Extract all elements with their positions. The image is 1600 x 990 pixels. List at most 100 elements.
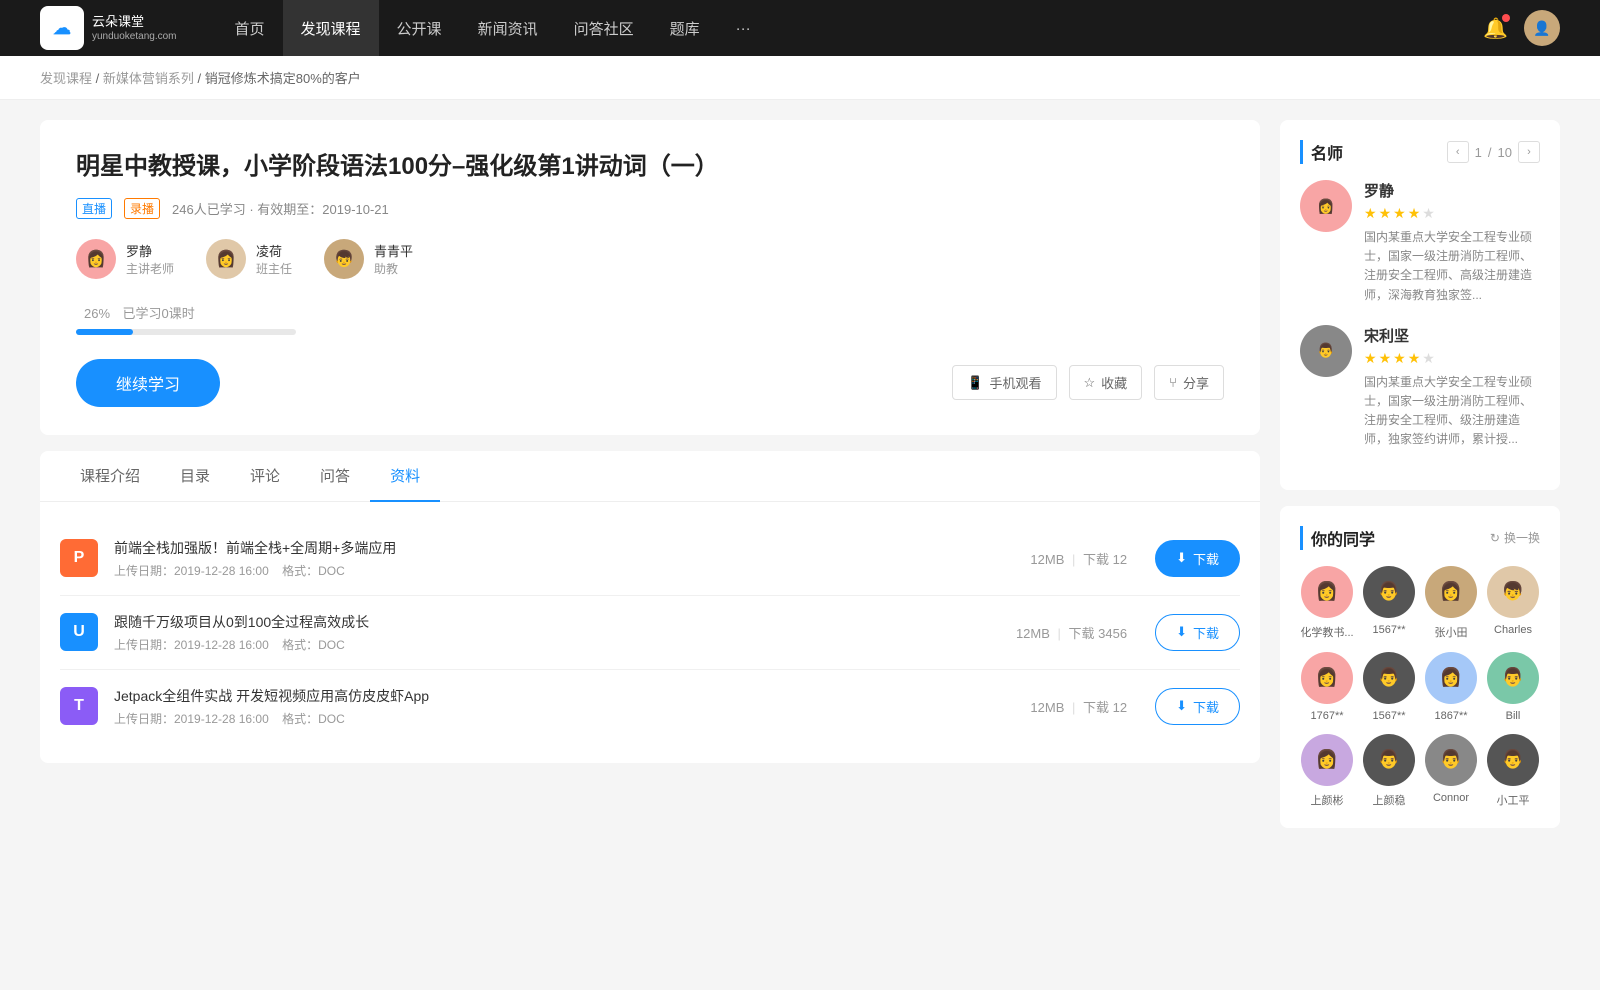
classmate-avatar[interactable]: 👨	[1487, 652, 1539, 704]
nav-items: 首页 发现课程 公开课 新闻资讯 问答社区 题库 ···	[217, 0, 1484, 56]
teachers-prev-button[interactable]: ‹	[1447, 141, 1469, 163]
classmate-avatar[interactable]: 👩	[1301, 652, 1353, 704]
classmate-name: 上颜稳	[1373, 792, 1406, 808]
resource-info-2: Jetpack全组件实战 开发短视频应用高仿皮皮虾App 上传日期：2019-1…	[114, 686, 1002, 727]
resource-size-1: 12MB | 下载 3456	[1016, 623, 1127, 642]
classmate-name: 化学教书...	[1300, 624, 1353, 640]
course-card: 明星中教授课，小学阶段语法100分–强化级第1讲动词（一） 直播 录播 246人…	[40, 120, 1260, 435]
classmate-item: 👨 上颜稳	[1362, 734, 1416, 808]
classmate-item: 👨 1567**	[1362, 566, 1416, 640]
teacher-name-1: 宋利坚	[1364, 325, 1540, 346]
instructor-name-0: 罗静	[126, 241, 174, 260]
teachers-pagination: ‹ 1 / 10 ›	[1447, 141, 1540, 163]
resource-item: T Jetpack全组件实战 开发短视频应用高仿皮皮虾App 上传日期：2019…	[60, 670, 1240, 743]
classmates-grid: 👩 化学教书... 👨 1567** 👩 张小田 👦 Charles 👩 176…	[1300, 566, 1540, 808]
nav-logo[interactable]: ☁ 云朵课堂 yunduoketang.com	[40, 6, 177, 50]
teachers-title: 名师	[1300, 140, 1343, 164]
instructor-role-2: 助教	[374, 260, 413, 277]
tab-intro[interactable]: 课程介绍	[60, 451, 160, 502]
classmate-avatar[interactable]: 👩	[1425, 566, 1477, 618]
tabs-content: P 前端全栈加强版！前端全栈+全周期+多端应用 上传日期：2019-12-28 …	[40, 502, 1260, 763]
classmate-name: Bill	[1506, 710, 1521, 722]
tabs-header: 课程介绍 目录 评论 问答 资料	[40, 451, 1260, 502]
logo-box: ☁	[40, 6, 84, 50]
tab-review[interactable]: 评论	[230, 451, 300, 502]
instructor-avatar-0: 👩	[76, 239, 116, 279]
classmate-avatar[interactable]: 👨	[1363, 734, 1415, 786]
classmate-item: 👦 Charles	[1486, 566, 1540, 640]
logo-cloud-icon: ☁	[53, 18, 71, 39]
mobile-view-button[interactable]: 📱 手机观看	[952, 365, 1056, 400]
nav-discover[interactable]: 发现课程	[283, 0, 379, 56]
course-meta: 直播 录播 246人已学习 · 有效期至：2019-10-21	[76, 198, 1224, 219]
breadcrumb-series[interactable]: 新媒体营销系列	[103, 71, 194, 86]
progress-bar-bg	[76, 329, 296, 335]
instructors: 👩 罗静 主讲老师 👩 凌荷 班主任 👦 青青平	[76, 239, 1224, 279]
nav-question-bank[interactable]: 题库	[652, 0, 718, 56]
classmate-avatar[interactable]: 👩	[1301, 566, 1353, 618]
download-button-2[interactable]: ⬇ 下载	[1155, 688, 1240, 725]
progress-section: 26% 已学习0课时	[76, 303, 1224, 335]
classmate-avatar[interactable]: 👨	[1363, 566, 1415, 618]
nav-home[interactable]: 首页	[217, 0, 283, 56]
continue-button[interactable]: 继续学习	[76, 359, 220, 407]
tab-material[interactable]: 资料	[370, 451, 440, 502]
classmate-avatar[interactable]: 👩	[1301, 734, 1353, 786]
resource-name-2: Jetpack全组件实战 开发短视频应用高仿皮皮虾App	[114, 686, 1002, 706]
nav-open[interactable]: 公开课	[379, 0, 460, 56]
resource-icon-0: P	[60, 539, 98, 577]
nav-more[interactable]: ···	[718, 0, 769, 56]
classmate-item: 👨 1567**	[1362, 652, 1416, 722]
teacher-avatar-0: 👩	[1300, 180, 1352, 232]
tag-replay: 录播	[124, 198, 160, 219]
instructor-role-1: 班主任	[256, 260, 292, 277]
classmate-avatar[interactable]: 👦	[1487, 566, 1539, 618]
download-icon: ⬇	[1176, 624, 1187, 640]
resource-meta-2: 上传日期：2019-12-28 16:00 格式：DOC	[114, 710, 1002, 727]
teachers-card: 名师 ‹ 1 / 10 › 👩 罗静 ★ ★ ★ ★	[1280, 120, 1560, 490]
download-button-0[interactable]: ⬇ 下载	[1155, 540, 1240, 577]
resource-name-0: 前端全栈加强版！前端全栈+全周期+多端应用	[114, 538, 1002, 558]
classmates-card: 你的同学 ↻ 换一换 👩 化学教书... 👨 1567** 👩 张小田 👦 Ch…	[1280, 506, 1560, 828]
logo-sub: yunduoketang.com	[92, 31, 177, 42]
left-panel: 明星中教授课，小学阶段语法100分–强化级第1讲动词（一） 直播 录播 246人…	[40, 120, 1260, 828]
tab-qa[interactable]: 问答	[300, 451, 370, 502]
classmate-name: 1567**	[1372, 710, 1405, 722]
resource-icon-2: T	[60, 687, 98, 725]
resource-meta-1: 上传日期：2019-12-28 16:00 格式：DOC	[114, 636, 988, 653]
nav-news[interactable]: 新闻资讯	[460, 0, 556, 56]
download-icon: ⬇	[1176, 698, 1187, 714]
classmate-name: 1567**	[1372, 624, 1405, 636]
classmate-item: 👨 Bill	[1486, 652, 1540, 722]
classmate-avatar[interactable]: 👩	[1425, 652, 1477, 704]
refresh-icon: ↻	[1490, 531, 1500, 545]
classmate-avatar[interactable]: 👨	[1363, 652, 1415, 704]
collect-button[interactable]: ☆ 收藏	[1069, 365, 1143, 400]
classmate-avatar[interactable]: 👨	[1487, 734, 1539, 786]
refresh-classmates-button[interactable]: ↻ 换一换	[1490, 529, 1540, 546]
tab-catalog[interactable]: 目录	[160, 451, 230, 502]
teacher-stars-1: ★ ★ ★ ★ ★	[1364, 350, 1540, 367]
nav-qa[interactable]: 问答社区	[556, 0, 652, 56]
share-button[interactable]: ⑂ 分享	[1154, 365, 1224, 400]
instructor-2: 👦 青青平 助教	[324, 239, 413, 279]
classmate-item: 👨 小工平	[1486, 734, 1540, 808]
instructor-1: 👩 凌荷 班主任	[206, 239, 292, 279]
teacher-name-0: 罗静	[1364, 180, 1540, 201]
breadcrumb-discover[interactable]: 发现课程	[40, 71, 92, 86]
teacher-desc-0: 国内某重点大学安全工程专业硕士，国家一级注册消防工程师、注册安全工程师、高级注册…	[1364, 228, 1540, 305]
notification-bell[interactable]: 🔔	[1483, 16, 1508, 41]
resource-info-1: 跟随千万级项目从0到100全过程高效成长 上传日期：2019-12-28 16:…	[114, 612, 988, 653]
instructor-role-0: 主讲老师	[126, 260, 174, 277]
share-icon: ⑂	[1169, 375, 1177, 390]
classmate-name: Charles	[1494, 624, 1532, 636]
teacher-item-0: 👩 罗静 ★ ★ ★ ★ ★ 国内某重点大学安全工程专业硕士，国家一级注册消防工…	[1300, 180, 1540, 305]
classmate-name: Connor	[1433, 792, 1469, 804]
progress-bar-fill	[76, 329, 133, 335]
download-icon: ⬇	[1176, 550, 1187, 566]
user-avatar[interactable]: 👤	[1524, 10, 1560, 46]
classmate-name: 1867**	[1434, 710, 1467, 722]
teachers-next-button[interactable]: ›	[1518, 141, 1540, 163]
classmate-avatar[interactable]: 👨	[1425, 734, 1477, 786]
download-button-1[interactable]: ⬇ 下载	[1155, 614, 1240, 651]
